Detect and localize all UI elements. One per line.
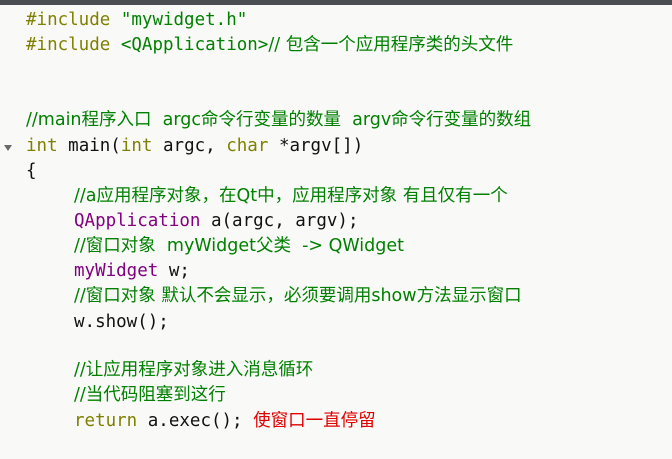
type-keyword: int bbox=[120, 136, 153, 156]
code-line-show-comment[interactable]: //窗口对象 默认不会显示，必须要调用show方法显示窗口 bbox=[74, 284, 522, 308]
code-line-main-comment[interactable]: //main程序入口 argc命令行变量的数量 argv命令行变量的数组 bbox=[26, 108, 531, 132]
code-line-main-signature[interactable]: int main(int argc, char *argv[]) bbox=[26, 134, 363, 158]
statement-rest: a.exec(); bbox=[147, 411, 243, 431]
code-line-block-comment[interactable]: //当代码阻塞到这行 bbox=[74, 383, 226, 407]
param-argc: argc, bbox=[163, 136, 216, 156]
code-comment: //窗口对象 默认不会显示，必须要调用show方法显示窗口 bbox=[74, 286, 522, 306]
code-comment: //当代码阻塞到这行 bbox=[74, 385, 226, 405]
fold-arrow-icon[interactable] bbox=[4, 145, 12, 151]
code-line-return[interactable]: return a.exec(); 使窗口一直停留 bbox=[74, 409, 376, 433]
return-keyword: return bbox=[74, 411, 138, 431]
function-name: main( bbox=[68, 136, 121, 156]
include-file: "mywidget.h" bbox=[120, 10, 248, 30]
class-name: myWidget bbox=[74, 261, 159, 281]
include-keyword: #include bbox=[26, 10, 111, 30]
code-line-app-comment[interactable]: //a应用程序对象，在Qt中，应用程序对象 有且仅有一个 bbox=[74, 184, 508, 208]
code-line-window-comment[interactable]: //窗口对象 myWidget父类 -> QWidget bbox=[74, 234, 404, 258]
code-line-brace[interactable]: { bbox=[26, 159, 37, 183]
code-comment: //窗口对象 myWidget父类 -> QWidget bbox=[74, 236, 405, 256]
code-comment: //a应用程序对象，在Qt中，应用程序对象 有且仅有一个 bbox=[74, 186, 508, 206]
include-keyword: #include bbox=[26, 35, 111, 55]
code-line-mywidget[interactable]: myWidget w; bbox=[74, 259, 190, 283]
brace-open: { bbox=[26, 161, 37, 181]
code-editor[interactable]: #include "mywidget.h" #include <QApplica… bbox=[0, 0, 672, 459]
include-file: <QApplication> bbox=[120, 35, 269, 55]
type-keyword: int bbox=[26, 136, 58, 156]
param-argv: *argv[]) bbox=[278, 136, 364, 156]
code-comment: // 包含一个应用程序类的头文件 bbox=[268, 35, 514, 55]
red-annotation: 使窗口一直停留 bbox=[253, 411, 376, 431]
statement-rest: a(argc, argv); bbox=[210, 211, 359, 231]
code-comment: //main程序入口 argc命令行变量的数量 argv命令行变量的数组 bbox=[26, 110, 532, 130]
editor-gutter bbox=[0, 5, 20, 459]
code-line-include-mywidget[interactable]: #include "mywidget.h" bbox=[26, 8, 247, 32]
statement-rest: w; bbox=[168, 261, 190, 281]
statement: w.show(); bbox=[74, 312, 169, 332]
code-line-loop-comment[interactable]: //让应用程序对象进入消息循环 bbox=[74, 358, 313, 382]
class-name: QApplication bbox=[74, 211, 201, 231]
type-keyword: char bbox=[226, 136, 269, 156]
code-line-qapplication[interactable]: QApplication a(argc, argv); bbox=[74, 209, 359, 233]
editor-top-border bbox=[0, 0, 672, 5]
code-comment: //让应用程序对象进入消息循环 bbox=[74, 360, 314, 380]
code-line-include-qapplication[interactable]: #include <QApplication>// 包含一个应用程序类的头文件 bbox=[26, 33, 513, 57]
code-line-show[interactable]: w.show(); bbox=[74, 310, 169, 334]
